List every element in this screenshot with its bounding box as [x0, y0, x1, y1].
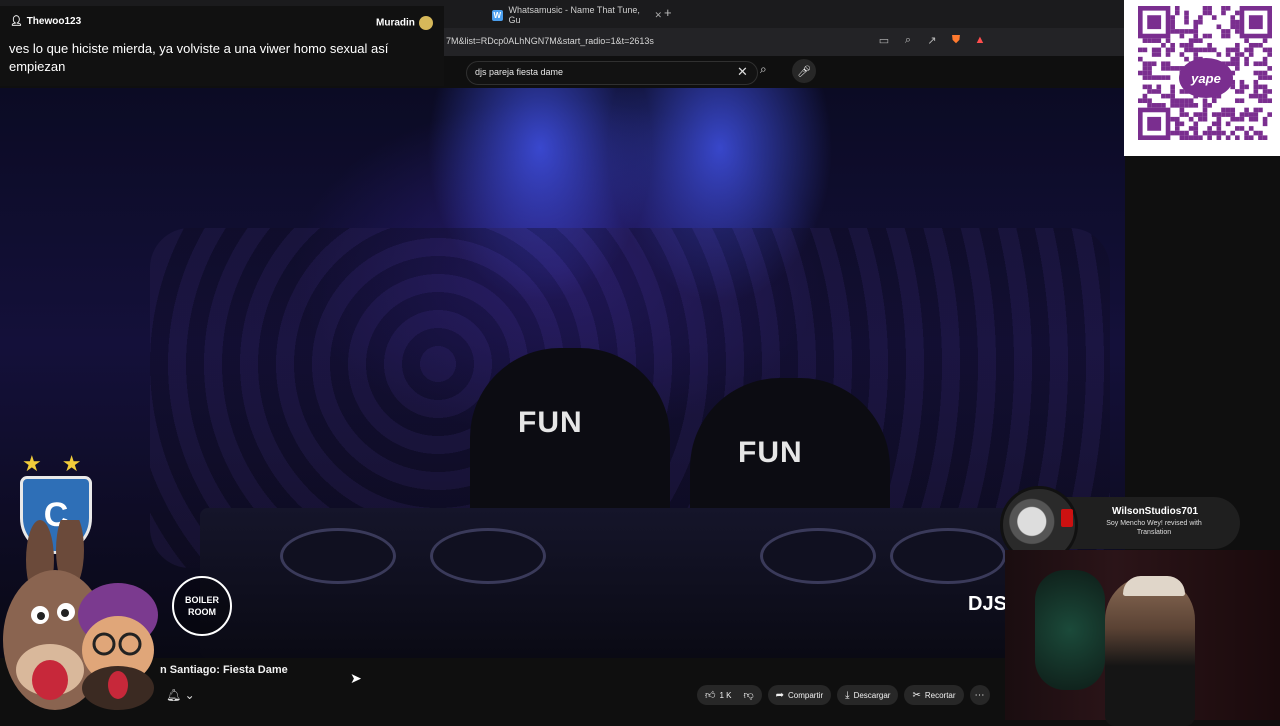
browser-tab[interactable]: W Whatsamusic - Name That Tune, Gu ✕ [492, 4, 662, 26]
address-bar-icons: ▭ ⌕ ↗ ⛊ ▲ [876, 34, 988, 47]
new-tab-button[interactable]: + [664, 5, 672, 20]
thumbs-down-icon[interactable]: 👎︎ [743, 689, 753, 701]
video-actions: 👍︎ 1 K 👎︎ ➦ Compartir ⤓ Descargar ✂ Reco… [697, 685, 990, 705]
turntable [760, 528, 876, 584]
notification-name: WilsonStudios701 [1112, 506, 1199, 517]
share-button[interactable]: ➦ Compartir [767, 685, 832, 705]
streamer-cap [1123, 576, 1185, 596]
tab-close-icon[interactable]: ✕ [654, 10, 662, 21]
more-dots-icon: ⋯ [974, 689, 985, 701]
clear-search-icon[interactable]: ✕ [737, 64, 748, 80]
moderator-badge-icon [418, 16, 433, 30]
screen-cast-icon[interactable]: ▭ [876, 34, 892, 47]
search-icon[interactable]: ⌕ [760, 62, 767, 77]
dj-decks [200, 508, 1020, 658]
zoom-icon[interactable]: ⌕ [900, 34, 916, 47]
chat-message: ves lo que hiciste mierda, ya volviste a… [9, 41, 389, 74]
download-icon: ⤓ [845, 689, 850, 701]
yape-logo: yape [1179, 58, 1233, 98]
thumbs-up-icon: 👍︎ [705, 690, 716, 701]
chat-overlay: 👤︎ Thewoo123 Muradin ves lo que hiciste m… [0, 6, 444, 86]
user-icon: 👤︎ [10, 16, 23, 27]
turntable [890, 528, 1006, 584]
like-button[interactable]: 👍︎ 1 K 👎︎ [697, 685, 762, 705]
download-button[interactable]: ⤓ Descargar [837, 685, 899, 705]
video-title: n Santiago: Fiesta Dame [160, 664, 288, 676]
tab-favicon-icon: W [492, 9, 503, 21]
brave-rewards-icon[interactable]: ▲ [972, 34, 988, 47]
share-arrow-icon: ➦ [775, 689, 785, 701]
clip-button[interactable]: ✂ Recortar [904, 685, 964, 705]
search-query: djs pareja fiesta dame [475, 67, 564, 77]
brave-shield-icon[interactable]: ⛊ [948, 34, 964, 47]
notification-subtitle: Soy Mencho Wey! revised with Translation [1106, 520, 1202, 536]
subscribe-bell-icon[interactable]: 🔔︎ ⌄ [166, 688, 195, 702]
url-field[interactable]: 7M&list=RDcp0ALhNGN7M&start_radio=1&t=26… [446, 36, 654, 46]
chat-moderator: Muradin [376, 16, 433, 30]
search-input[interactable]: djs pareja fiesta dame ✕ [466, 61, 758, 85]
streamer-webcam [1005, 550, 1280, 726]
donkey-mascot-icon [3, 520, 158, 710]
turntable [430, 528, 546, 584]
microphone-icon[interactable]: 🎤︎ [792, 59, 816, 83]
shirt-text: FUN [518, 406, 583, 439]
streamer-person [1105, 576, 1195, 726]
shirt-text: FUN [738, 436, 803, 469]
turntable [280, 528, 396, 584]
boiler-room-logo: BOILER ROOM [172, 576, 232, 636]
share-icon[interactable]: ↗ [924, 34, 940, 47]
webcam-plant [1035, 570, 1105, 690]
mouse-cursor-icon: ➤ [350, 670, 362, 686]
chat-username: 👤︎ Thewoo123 [10, 16, 82, 27]
team-stars-icon: ★★ [22, 451, 102, 476]
scissors-icon: ✂ [912, 689, 921, 701]
video-watermark: DJS [968, 593, 1007, 615]
more-options-button[interactable]: ⋯ [969, 685, 990, 705]
like-count: 1 K [719, 690, 732, 700]
tab-title: Whatsamusic - Name That Tune, Gu [508, 5, 640, 25]
